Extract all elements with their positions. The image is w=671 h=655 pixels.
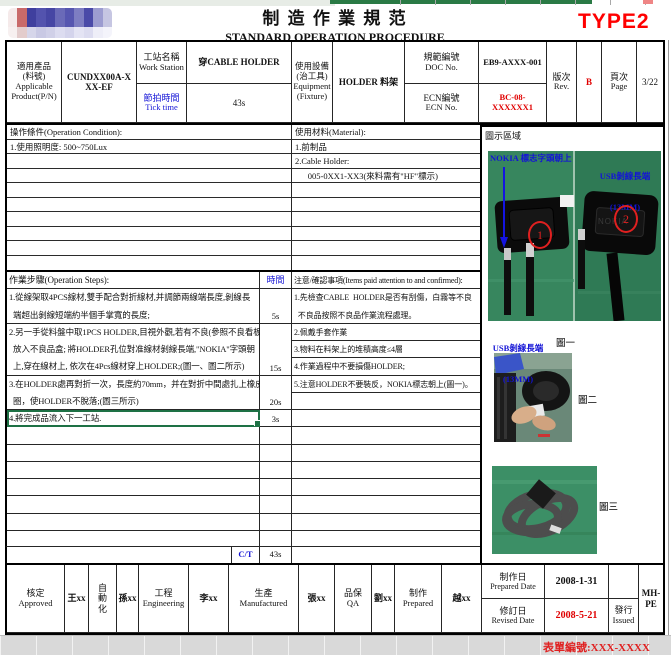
attention-column: 注意/確認事項(Items paid attention to and conf… xyxy=(292,272,482,548)
step-4-cell-selected[interactable]: 4.將完成品流入下一工站. xyxy=(7,410,260,427)
photo-figure-1: NOKIA 標志字頭朝上 USB剝線長端 (13MM) NOKIA 1 2 xyxy=(488,151,661,321)
work-station-value-cell: 穿CABLE HOLDER xyxy=(187,42,292,84)
condition-item: 1.使用照明度: 500~750Lux xyxy=(7,140,291,155)
sop-document-page: 制 造 作 業 規 范 STANDARD OPERATION PROCEDURE… xyxy=(0,0,671,655)
automation-label-cell: 自動化 xyxy=(89,565,117,633)
callout-circle-1: 1 xyxy=(528,221,552,249)
issued-label-cell: 發行 Issued xyxy=(609,599,639,633)
illustration-header: 圖示區域 xyxy=(485,129,521,142)
info-table: 適用產品 (料號) Applicable Product(P/N) CUNDXX… xyxy=(5,40,665,125)
time-step-1: 5s xyxy=(260,289,292,324)
illustration-pane: 圖示區域 xyxy=(480,125,665,563)
doc-no-label-cell: 規範編號 DOC No. xyxy=(405,42,479,84)
material-item: 005-0XX1-XX3(來料需有"HF"標示) xyxy=(292,169,482,184)
ct-value-cell: 43s xyxy=(260,547,292,564)
page-title: 制 造 作 業 規 范 xyxy=(115,4,555,29)
work-station-label-cell: 工站名稱 Work Station xyxy=(137,42,187,84)
step-2-cell: 2.另一手從料盤中取1PCS HOLDER,目視外觀,若有不良(參照不良看板) … xyxy=(7,324,260,376)
annotation-usb-strip-bottom: USB剝線長端 (13MM) xyxy=(487,323,549,405)
rev-value-cell: B xyxy=(577,42,602,123)
figure-1-label: 圖一 xyxy=(556,335,575,349)
right-margin-line xyxy=(668,40,669,635)
attention-item-2: 2.佩戴手套作業 xyxy=(292,324,482,341)
material-item: 1.前制品 xyxy=(292,140,482,155)
condition-column: 操作條件(Operation Condition): 1.使用照明度: 500~… xyxy=(7,125,292,270)
time-step-3: 20s xyxy=(260,376,292,411)
product-label-cell: 適用產品 (料號) Applicable Product(P/N) xyxy=(7,42,62,123)
material-item: 2.Cable Holder: xyxy=(292,154,482,169)
ecn-no-value-cell: BC-08-XXXXXX1 xyxy=(479,84,547,123)
steps-column: 作業步驟(Operation Steps): 1.從線架取4PCS線材,雙手配合… xyxy=(7,272,260,548)
doc-no-value-cell: EB9-AXXX-001 xyxy=(479,42,547,84)
condition-header: 操作條件(Operation Condition): xyxy=(7,125,291,140)
tick-time-label-cell: 節拍時間 Tick time xyxy=(137,84,187,123)
engineering-signature: 李xx xyxy=(189,565,229,633)
dept-cell: MH-PE xyxy=(639,565,663,633)
rev-label-cell: 版次 Rev. xyxy=(547,42,577,123)
issued-spacer-cell xyxy=(609,565,639,599)
time-step-4: 3s xyxy=(260,410,292,427)
attention-item-3: 3.物料在料架上的堆積高度≤4層 xyxy=(292,341,482,358)
annotation-nokia-orientation: NOKIA 標志字頭朝上 xyxy=(490,153,582,163)
tick-time-value-cell: 43s xyxy=(187,84,292,123)
qa-label-cell: 品保 QA xyxy=(335,565,372,633)
figure-3-label: 圖三 xyxy=(599,499,618,513)
product-pn-cell: CUNDXX00A-XXX-EF xyxy=(62,42,137,123)
photo-figure-3 xyxy=(492,466,597,554)
figure-3-graphic xyxy=(492,466,597,554)
engineering-label-cell: 工程 Engineering xyxy=(139,565,189,633)
material-column: 使用材料(Material): 1.前制品 2.Cable Holder: 00… xyxy=(292,125,482,270)
prepared-signature: 越xx xyxy=(442,565,482,633)
prepared-label-cell: 制作 Prepared xyxy=(395,565,442,633)
attention-header-cell: 注意/確認事項(Items paid attention to and conf… xyxy=(292,272,482,289)
cycle-time-row: C/T 43s xyxy=(5,546,480,563)
form-number: 表單編號:XXX-XXXX xyxy=(543,639,650,655)
time-column: 時間 5s 15s 20s 3s xyxy=(260,272,292,548)
ct-label-cell: C/T xyxy=(232,547,260,564)
manufactured-signature: 張xx xyxy=(299,565,335,633)
equipment-label-cell: 使用設備 (治工具) Equipment (Fixture) xyxy=(292,42,333,123)
approval-table: 核定 Approved 王xx 自動化 孫xx 工程 Engineering 李… xyxy=(5,563,665,635)
callout-circle-2: 2 xyxy=(614,205,638,233)
ecn-no-label-cell: ECN編號 ECN No. xyxy=(405,84,479,123)
qa-signature: 劉xx xyxy=(372,565,395,633)
manufactured-label-cell: 生產 Manufactured xyxy=(229,565,299,633)
revised-date-label-cell: 修訂日 Revised Date xyxy=(482,599,545,633)
prepared-date-label-cell: 制作日 Prepared Date xyxy=(482,565,545,599)
prepared-date-value: 2008-1-31 xyxy=(545,565,609,599)
steps-header-cell: 作業步驟(Operation Steps): xyxy=(7,272,260,289)
type2-badge: TYPE2 xyxy=(578,10,650,34)
top-strip-red-mark xyxy=(643,0,653,4)
attention-item-4: 4.作業過程中不要損傷HOLDER; xyxy=(292,358,482,375)
equipment-value-cell: HOLDER 料架 xyxy=(333,42,405,123)
page-value-cell: 3/22 xyxy=(637,42,663,123)
step-3-cell: 3.在HOLDER處再對折一次，長度約70mm，并在對折中間處扎上橡皮 圈，使H… xyxy=(7,376,260,411)
title-block: 制 造 作 業 規 范 STANDARD OPERATION PROCEDURE xyxy=(115,4,555,45)
bottom-strip: 表單編號:XXX-XXXX xyxy=(0,635,671,655)
approved-label-cell: 核定 Approved xyxy=(7,565,65,633)
revised-date-value: 2008-5-21 xyxy=(545,599,609,633)
time-header-cell: 時間 xyxy=(260,272,292,289)
material-header: 使用材料(Material): xyxy=(292,125,482,140)
time-step-2: 15s xyxy=(260,324,292,376)
automation-signature: 孫xx xyxy=(117,565,139,633)
condition-material-section: 操作條件(Operation Condition): 1.使用照明度: 500~… xyxy=(5,125,480,270)
page-label-cell: 頁次 Page xyxy=(602,42,637,123)
steps-section: 作業步驟(Operation Steps): 1.從線架取4PCS線材,雙手配合… xyxy=(5,270,480,546)
step-1-cell: 1.從線架取4PCS線材,雙手配合對折線材,并調節兩線端長度,剝線長 端超出剝線… xyxy=(7,289,260,324)
attention-item-5: 5.注意HOLDER不要裝反，NOKIA標志朝上(圖一)。 xyxy=(292,376,482,393)
approved-signature: 王xx xyxy=(65,565,89,633)
company-logo-blurred xyxy=(8,8,112,38)
figure-2-label: 圖二 xyxy=(578,392,597,406)
attention-item-1: 1.先檢查CABLE HOLDER是否有刮傷，白霧等不良 不良品按照不良品作業流… xyxy=(292,289,482,324)
